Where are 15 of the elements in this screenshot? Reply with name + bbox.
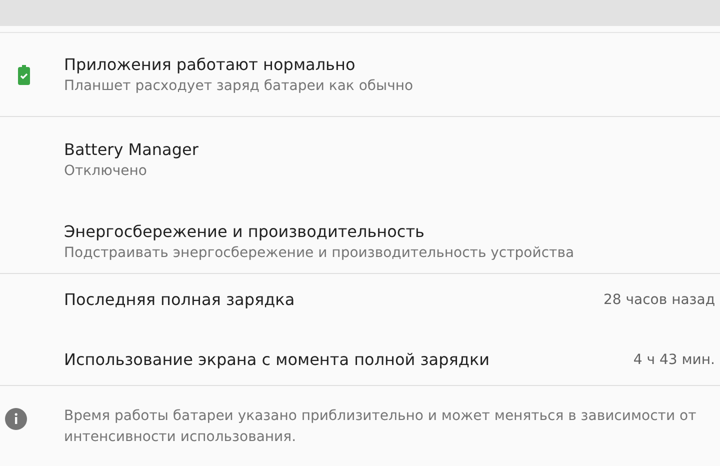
settings-item[interactable]: Энергосбережение и производительность Подстраивать энергосбережение и производительность устройства [0, 221, 720, 263]
info-icon [5, 408, 27, 430]
stat-value: 4 ч 43 мин. [633, 350, 715, 370]
stat-label: Последняя полная зарядка [64, 289, 295, 311]
battery-note: Время работы батареи указано приблизительно и может меняться в зависимости от интенсивности использования. [64, 407, 698, 447]
setting-subtitle: Подстраивать энергосбережение и производительность устройства [64, 244, 576, 263]
setting-title: Энергосбережение и производительность [64, 221, 426, 243]
battery-check-icon [18, 64, 30, 84]
stat-label: Использование экрана с момента полной зарядки [64, 349, 490, 371]
status-subtitle: Планшет расходует заряд батареи как обычно [64, 76, 414, 96]
settings-item[interactable]: Battery Manager Отключено [0, 139, 720, 181]
setting-title: Battery Manager [64, 139, 200, 161]
stat-value: 28 часов назад [603, 290, 715, 310]
status-title: Приложения работают нормально [64, 54, 356, 76]
setting-subtitle: Отключено [64, 162, 148, 181]
